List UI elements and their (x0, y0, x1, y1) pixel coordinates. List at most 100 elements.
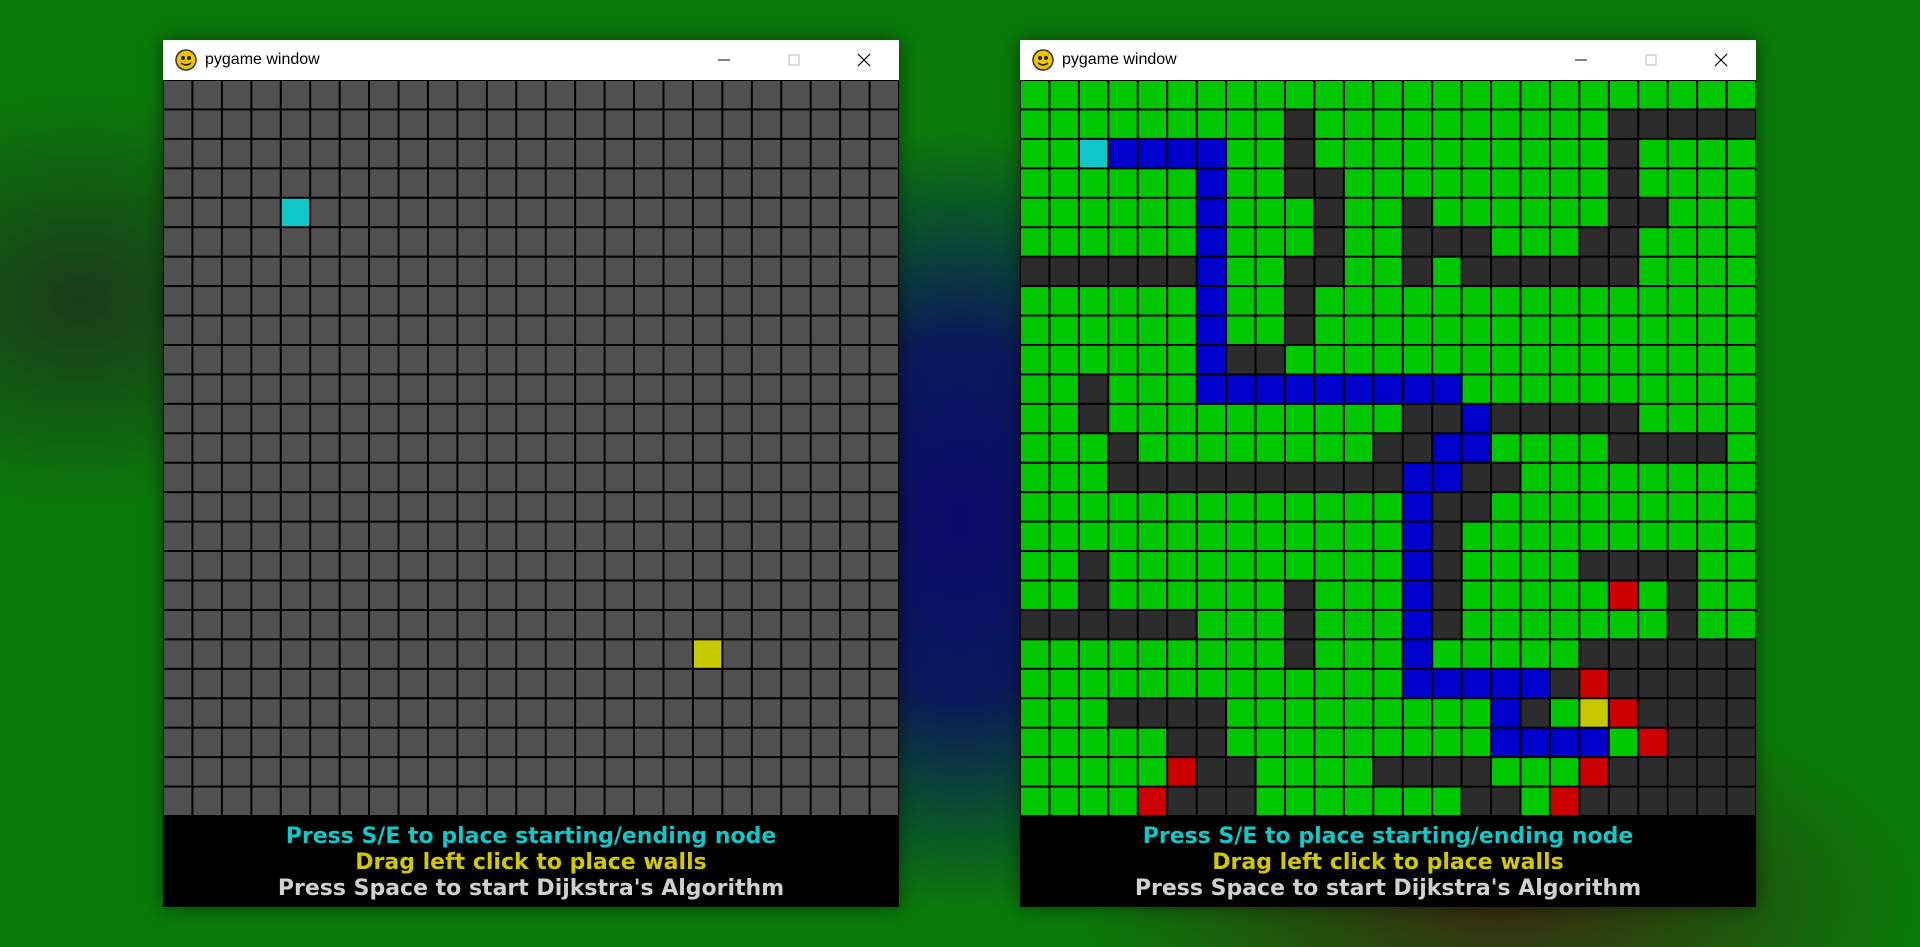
grid-cell-visited[interactable] (1639, 522, 1667, 551)
grid-cell-wall[interactable] (1315, 169, 1343, 197)
grid-cell-empty[interactable] (164, 463, 192, 492)
grid-cell-empty[interactable] (164, 669, 192, 698)
grid-cell-empty[interactable] (252, 610, 280, 639)
grid-cell-empty[interactable] (546, 345, 575, 374)
grid-cell-empty[interactable] (164, 581, 192, 609)
grid-cell-empty[interactable] (635, 552, 663, 580)
grid-cell-visited[interactable] (1521, 169, 1549, 197)
grid-cell-empty[interactable] (841, 640, 869, 668)
grid-cell-empty[interactable] (222, 758, 251, 786)
grid-cell-wall[interactable] (1639, 787, 1667, 815)
grid-cell-empty[interactable] (370, 522, 398, 551)
grid-cell-empty[interactable] (811, 316, 840, 344)
grid-cell-empty[interactable] (370, 198, 398, 227)
grid-cell-empty[interactable] (458, 434, 486, 462)
grid-cell-visited[interactable] (1727, 169, 1755, 197)
grid-cell-empty[interactable] (811, 81, 840, 109)
grid-cell-visited[interactable] (1433, 81, 1461, 109)
grid-cell-empty[interactable] (164, 493, 192, 521)
grid-cell-visited[interactable] (1227, 287, 1255, 315)
grid-cell-wall[interactable] (1668, 434, 1697, 462)
grid-cell-empty[interactable] (281, 169, 310, 197)
grid-cell-empty[interactable] (870, 699, 898, 727)
grid-cell-path[interactable] (1492, 669, 1520, 698)
grid-cell-empty[interactable] (222, 257, 251, 286)
grid-cell-empty[interactable] (635, 404, 663, 433)
grid-cell-empty[interactable] (576, 434, 604, 462)
grid-cell-visited[interactable] (1698, 463, 1726, 492)
grid-cell-empty[interactable] (399, 375, 427, 403)
grid-cell-wall[interactable] (1580, 552, 1608, 580)
grid-cell-visited[interactable] (1138, 345, 1167, 374)
grid-cell-visited[interactable] (1668, 81, 1697, 109)
grid-cell-empty[interactable] (428, 316, 457, 344)
grid-cell-empty[interactable] (546, 228, 575, 256)
grid-cell-empty[interactable] (752, 81, 781, 109)
grid-cell-empty[interactable] (517, 257, 545, 286)
grid-cell-empty[interactable] (811, 228, 840, 256)
grid-cell-empty[interactable] (546, 316, 575, 344)
grid-cell-empty[interactable] (193, 522, 221, 551)
grid-cell-visited[interactable] (1374, 316, 1402, 344)
grid-cell-visited[interactable] (1639, 404, 1667, 433)
grid-cell-empty[interactable] (399, 758, 427, 786)
grid-cell-wall[interactable] (1698, 758, 1726, 786)
grid-cell-visited[interactable] (1580, 110, 1608, 138)
grid-cell-visited[interactable] (1492, 81, 1520, 109)
grid-cell-visited[interactable] (1109, 316, 1137, 344)
grid-cell-empty[interactable] (164, 169, 192, 197)
grid-cell-empty[interactable] (546, 139, 575, 168)
grid-cell-visited[interactable] (1668, 139, 1697, 168)
grid-cell-visited[interactable] (1609, 81, 1638, 109)
grid-cell-empty[interactable] (193, 257, 221, 286)
grid-cell-empty[interactable] (841, 728, 869, 757)
grid-cell-visited[interactable] (1462, 728, 1491, 757)
grid-cell-visited[interactable] (1668, 257, 1697, 286)
grid-cell-visited[interactable] (1403, 699, 1432, 727)
grid-cell-visited[interactable] (1521, 552, 1549, 580)
grid-cell-visited[interactable] (1698, 81, 1726, 109)
grid-cell-wall[interactable] (1433, 228, 1461, 256)
grid-cell-visited[interactable] (1462, 640, 1491, 668)
grid-cell-empty[interactable] (222, 345, 251, 374)
grid-cell-visited[interactable] (1433, 640, 1461, 668)
grid-cell-visited[interactable] (1138, 110, 1167, 138)
grid-cell-empty[interactable] (635, 493, 663, 521)
grid-cell-empty[interactable] (370, 640, 398, 668)
grid-cell-empty[interactable] (428, 728, 457, 757)
grid-cell-visited[interactable] (1433, 345, 1461, 374)
grid-cell-empty[interactable] (164, 640, 192, 668)
grid-cell-wall[interactable] (1550, 404, 1579, 433)
grid-cell-empty[interactable] (458, 493, 486, 521)
grid-cell-visited[interactable] (1050, 404, 1078, 433)
grid-cell-frontier[interactable] (1580, 758, 1608, 786)
grid-cell-end[interactable] (1580, 699, 1608, 727)
grid-cell-empty[interactable] (458, 375, 486, 403)
grid-cell-visited[interactable] (1315, 81, 1343, 109)
grid-cell-visited[interactable] (1050, 787, 1078, 815)
grid-cell-wall[interactable] (1079, 581, 1108, 609)
grid-cell-visited[interactable] (1727, 404, 1755, 433)
grid-cell-visited[interactable] (1050, 316, 1078, 344)
grid-cell-empty[interactable] (723, 110, 751, 138)
grid-cell-empty[interactable] (605, 375, 634, 403)
grid-cell-empty[interactable] (841, 522, 869, 551)
grid-cell-visited[interactable] (1550, 345, 1579, 374)
grid-cell-visited[interactable] (1580, 198, 1608, 227)
grid-cell-empty[interactable] (252, 404, 280, 433)
grid-cell-visited[interactable] (1727, 287, 1755, 315)
grid-cell-empty[interactable] (546, 728, 575, 757)
grid-cell-visited[interactable] (1050, 640, 1078, 668)
grid-cell-visited[interactable] (1344, 581, 1373, 609)
grid-cell-visited[interactable] (1021, 522, 1049, 551)
grid-cell-empty[interactable] (340, 81, 369, 109)
grid-cell-visited[interactable] (1344, 81, 1373, 109)
grid-cell-wall[interactable] (1197, 787, 1226, 815)
grid-cell-visited[interactable] (1639, 581, 1667, 609)
grid-cell-wall[interactable] (1433, 493, 1461, 521)
grid-cell-empty[interactable] (664, 287, 692, 315)
grid-cell-wall[interactable] (1580, 640, 1608, 668)
grid-cell-empty[interactable] (458, 463, 486, 492)
grid-cell-visited[interactable] (1168, 434, 1196, 462)
grid-cell-empty[interactable] (782, 434, 810, 462)
